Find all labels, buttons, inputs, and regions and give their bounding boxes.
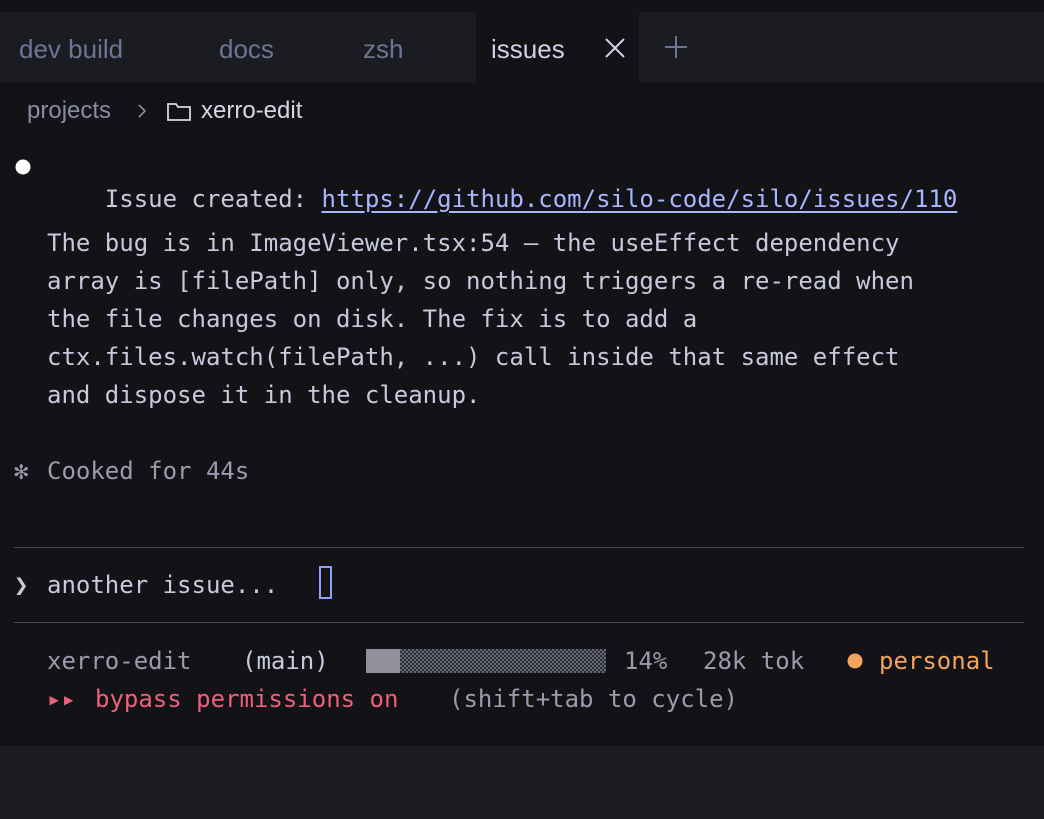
folder-icon	[167, 103, 191, 121]
tab-label: issues	[491, 34, 565, 64]
tab-issues[interactable]: issues	[476, 12, 639, 82]
breadcrumb-root[interactable]: projects	[27, 97, 111, 125]
tab-dev-build[interactable]: dev build	[0, 12, 182, 82]
prompt-chevron-icon: ❯	[14, 571, 29, 599]
issue-prefix: Issue created:	[104, 185, 322, 213]
cooked-text: Cooked for 44s	[47, 457, 250, 485]
project-name: xerro-edit	[47, 647, 192, 675]
tab-label: zsh	[363, 34, 404, 64]
message-line: the file changes on disk. The fix is to …	[47, 305, 698, 333]
divider	[14, 622, 1024, 624]
text-cursor	[319, 566, 332, 599]
prompt-placeholder[interactable]: another issue...	[47, 569, 278, 601]
fast-forward-icon: ▸▸	[47, 685, 76, 713]
branch-name: (main)	[242, 647, 329, 675]
message-line: and dispose it in the cleanup.	[47, 381, 481, 409]
permission-mode-label[interactable]: bypass permissions on	[95, 683, 398, 715]
profile-dot-icon	[847, 653, 863, 669]
profile-name: personal	[879, 647, 995, 675]
context-percent: 14%	[624, 647, 668, 675]
tab-zsh[interactable]: zsh	[324, 12, 476, 82]
permission-mode-hint: (shift+tab to cycle)	[449, 685, 738, 713]
message-line: ctx.files.watch(filePath, ...) call insi…	[47, 343, 900, 371]
tab-bar: dev build docs zsh issues	[0, 0, 1044, 82]
close-icon[interactable]	[603, 36, 627, 60]
asterisk-icon: ✻	[14, 457, 29, 485]
tab-label: dev build	[19, 34, 124, 64]
message-line: array is [filePath] only, so nothing tri…	[47, 267, 914, 295]
tab-label: docs	[219, 34, 274, 64]
token-count: 28k tok	[703, 647, 805, 675]
context-usage-fill	[366, 649, 400, 673]
message-line: The bug is in ImageViewer.tsx:54 — the u…	[47, 229, 900, 257]
plus-icon[interactable]	[664, 35, 688, 59]
new-tab-area	[639, 12, 1044, 82]
bullet-icon	[15, 159, 31, 175]
divider	[14, 547, 1024, 549]
tab-docs[interactable]: docs	[182, 12, 324, 82]
chevron-right-icon	[138, 104, 147, 118]
breadcrumb-folder[interactable]: xerro-edit	[201, 97, 302, 125]
context-usage-bar	[366, 649, 606, 673]
issue-link[interactable]: https://github.com/silo-code/silo/issues…	[322, 185, 958, 213]
